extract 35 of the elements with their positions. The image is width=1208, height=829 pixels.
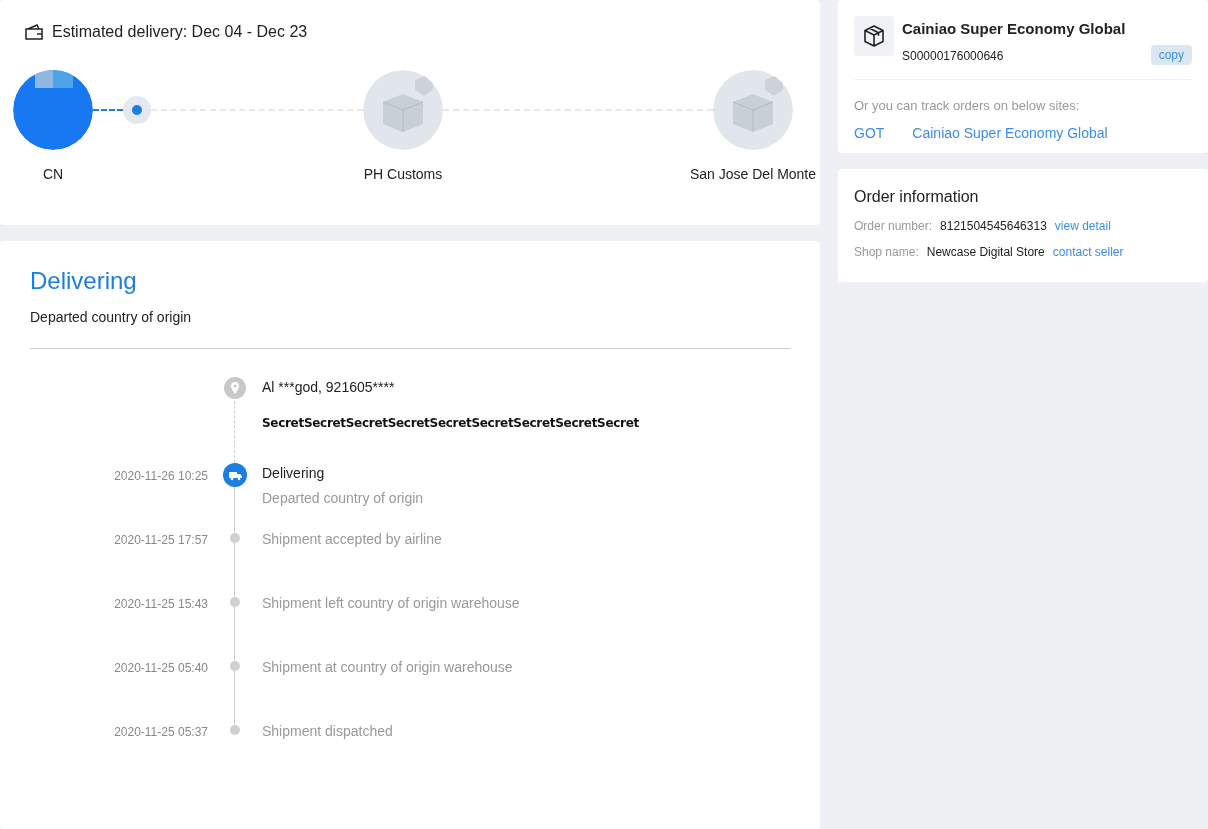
event-time: 2020-11-25 05:40 bbox=[113, 660, 208, 677]
event-title: Shipment left country of origin warehouse bbox=[262, 594, 521, 613]
stage-label: PH Customs bbox=[363, 165, 443, 184]
status-subtitle: Departed country of origin bbox=[30, 308, 193, 327]
stage-label: San Jose Del Monte bbox=[689, 165, 817, 184]
redaction-text: SecretSecretSecretSecretSecretSecretSecretSecretSecret bbox=[262, 415, 640, 432]
event-title: Shipment at country of origin warehouse bbox=[262, 658, 514, 677]
address-name: Al ***god, 921605**** bbox=[262, 378, 396, 397]
event-time: 2020-11-25 05:37 bbox=[113, 724, 208, 741]
copy-button[interactable]: copy bbox=[1150, 44, 1192, 65]
field-link[interactable]: view detail bbox=[1054, 217, 1111, 235]
location-pin-icon bbox=[224, 377, 246, 399]
stage-label: CN bbox=[42, 165, 64, 184]
event-title: Shipment dispatched bbox=[262, 722, 394, 741]
event-time: 2020-11-26 10:25 bbox=[113, 468, 208, 485]
event-time: 2020-11-25 17:57 bbox=[113, 532, 208, 549]
field-label: Order number: bbox=[854, 218, 933, 235]
field-value: 8121504545646313 bbox=[940, 218, 1047, 235]
estimated-delivery: Estimated delivery: Dec 04 - Dec 23 bbox=[52, 22, 308, 42]
tracking-number: S00000176000646 bbox=[902, 47, 1004, 65]
field-label: Shop name: bbox=[854, 244, 919, 261]
field-value: Newcase Digital Store bbox=[926, 244, 1045, 261]
site-link[interactable]: GOT bbox=[854, 123, 885, 144]
field-link[interactable]: contact seller bbox=[1052, 243, 1124, 261]
status-title: Delivering bbox=[30, 266, 138, 296]
carrier-name: Cainiao Super Economy Global bbox=[902, 19, 1127, 39]
event-title: Delivering bbox=[262, 464, 326, 483]
package-icon bbox=[854, 16, 894, 56]
wallet-icon bbox=[24, 23, 44, 41]
event-detail: Departed country of origin bbox=[262, 489, 425, 508]
site-link[interactable]: Cainiao Super Economy Global bbox=[912, 123, 1108, 144]
event-title: Shipment accepted by airline bbox=[262, 530, 443, 549]
order-info-title: Order information bbox=[854, 187, 980, 207]
sites-label: Or you can track orders on below sites: bbox=[854, 96, 1081, 115]
event-time: 2020-11-25 15:43 bbox=[113, 596, 208, 613]
